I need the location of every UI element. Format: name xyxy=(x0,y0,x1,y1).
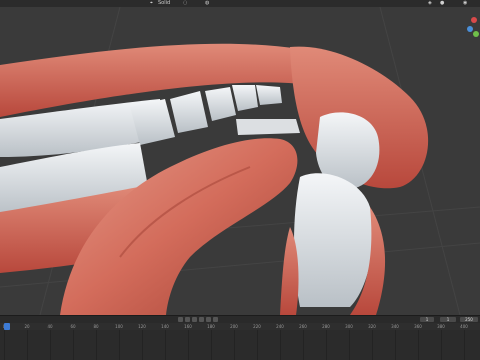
timeline-editor[interactable] xyxy=(0,330,480,360)
frame-gridline xyxy=(165,330,166,360)
frame-gridline xyxy=(280,330,281,360)
frame-gridline xyxy=(395,330,396,360)
frame-gridline xyxy=(464,330,465,360)
frame-gridline xyxy=(372,330,373,360)
frame-gridline xyxy=(119,330,120,360)
frame-gridline xyxy=(303,330,304,360)
frame-gridline xyxy=(96,330,97,360)
frame-gridline xyxy=(418,330,419,360)
ruler-tick: 200 xyxy=(230,324,238,329)
3d-viewport[interactable] xyxy=(0,7,480,315)
prev-key-icon[interactable] xyxy=(185,317,190,322)
next-key-icon[interactable] xyxy=(206,317,211,322)
mouth-model xyxy=(0,7,480,315)
frame-gridline xyxy=(257,330,258,360)
start-frame-field[interactable]: 1 xyxy=(440,317,456,322)
ruler-tick: 300 xyxy=(345,324,353,329)
frame-gridline xyxy=(50,330,51,360)
playhead[interactable] xyxy=(4,323,10,330)
ruler-tick: 220 xyxy=(253,324,261,329)
timeline-ruler[interactable]: 0 20 40 60 80 100 120 140 160 180 200 22… xyxy=(0,323,480,330)
render-icon[interactable]: ◉ xyxy=(463,0,467,7)
play-icon[interactable] xyxy=(199,317,204,322)
shading-icon[interactable]: ◍ xyxy=(205,0,209,7)
ruler-tick: 360 xyxy=(414,324,422,329)
ruler-tick: 240 xyxy=(276,324,284,329)
ruler-tick: 280 xyxy=(322,324,330,329)
ruler-tick: 260 xyxy=(299,324,307,329)
jump-start-icon[interactable] xyxy=(178,317,183,322)
current-frame-field[interactable]: 1 xyxy=(420,317,434,322)
frame-gridline xyxy=(188,330,189,360)
play-reverse-icon[interactable] xyxy=(192,317,197,322)
overlay-icon[interactable]: ◌ xyxy=(183,0,187,7)
axis-gizmo-icon[interactable] xyxy=(466,15,480,39)
ruler-tick: 400 xyxy=(460,324,468,329)
gizmo-toggle-icon[interactable]: ◈ xyxy=(428,0,432,7)
jump-end-icon[interactable] xyxy=(213,317,218,322)
timeline-header: 1 1 250 xyxy=(0,315,480,323)
frame-gridline xyxy=(142,330,143,360)
frame-gridline xyxy=(349,330,350,360)
ruler-tick: 320 xyxy=(368,324,376,329)
frame-gridline xyxy=(234,330,235,360)
frame-gridline xyxy=(441,330,442,360)
lower-teeth-right xyxy=(294,173,374,307)
ruler-tick: 380 xyxy=(437,324,445,329)
view-menu-icon[interactable]: ⌖ xyxy=(150,0,153,7)
ruler-tick: 120 xyxy=(138,324,146,329)
ruler-tick: 140 xyxy=(161,324,169,329)
view-label[interactable]: Solid xyxy=(158,0,170,7)
frame-gridline xyxy=(4,330,5,360)
frame-gridline xyxy=(211,330,212,360)
frame-gridline xyxy=(27,330,28,360)
ruler-tick: 80 xyxy=(93,324,99,329)
frame-gridline xyxy=(326,330,327,360)
ruler-tick: 40 xyxy=(47,324,53,329)
ruler-tick: 180 xyxy=(207,324,215,329)
ruler-tick: 100 xyxy=(115,324,123,329)
ruler-tick: 340 xyxy=(391,324,399,329)
frame-gridline xyxy=(73,330,74,360)
ruler-tick: 160 xyxy=(184,324,192,329)
ruler-tick: 20 xyxy=(24,324,30,329)
shading-solid-icon[interactable]: ● xyxy=(440,0,444,7)
viewport-header: ⌖ Solid ◌ ◍ ◈ ● ◉ xyxy=(0,0,480,7)
end-frame-field[interactable]: 250 xyxy=(460,317,478,322)
ruler-tick: 60 xyxy=(70,324,76,329)
